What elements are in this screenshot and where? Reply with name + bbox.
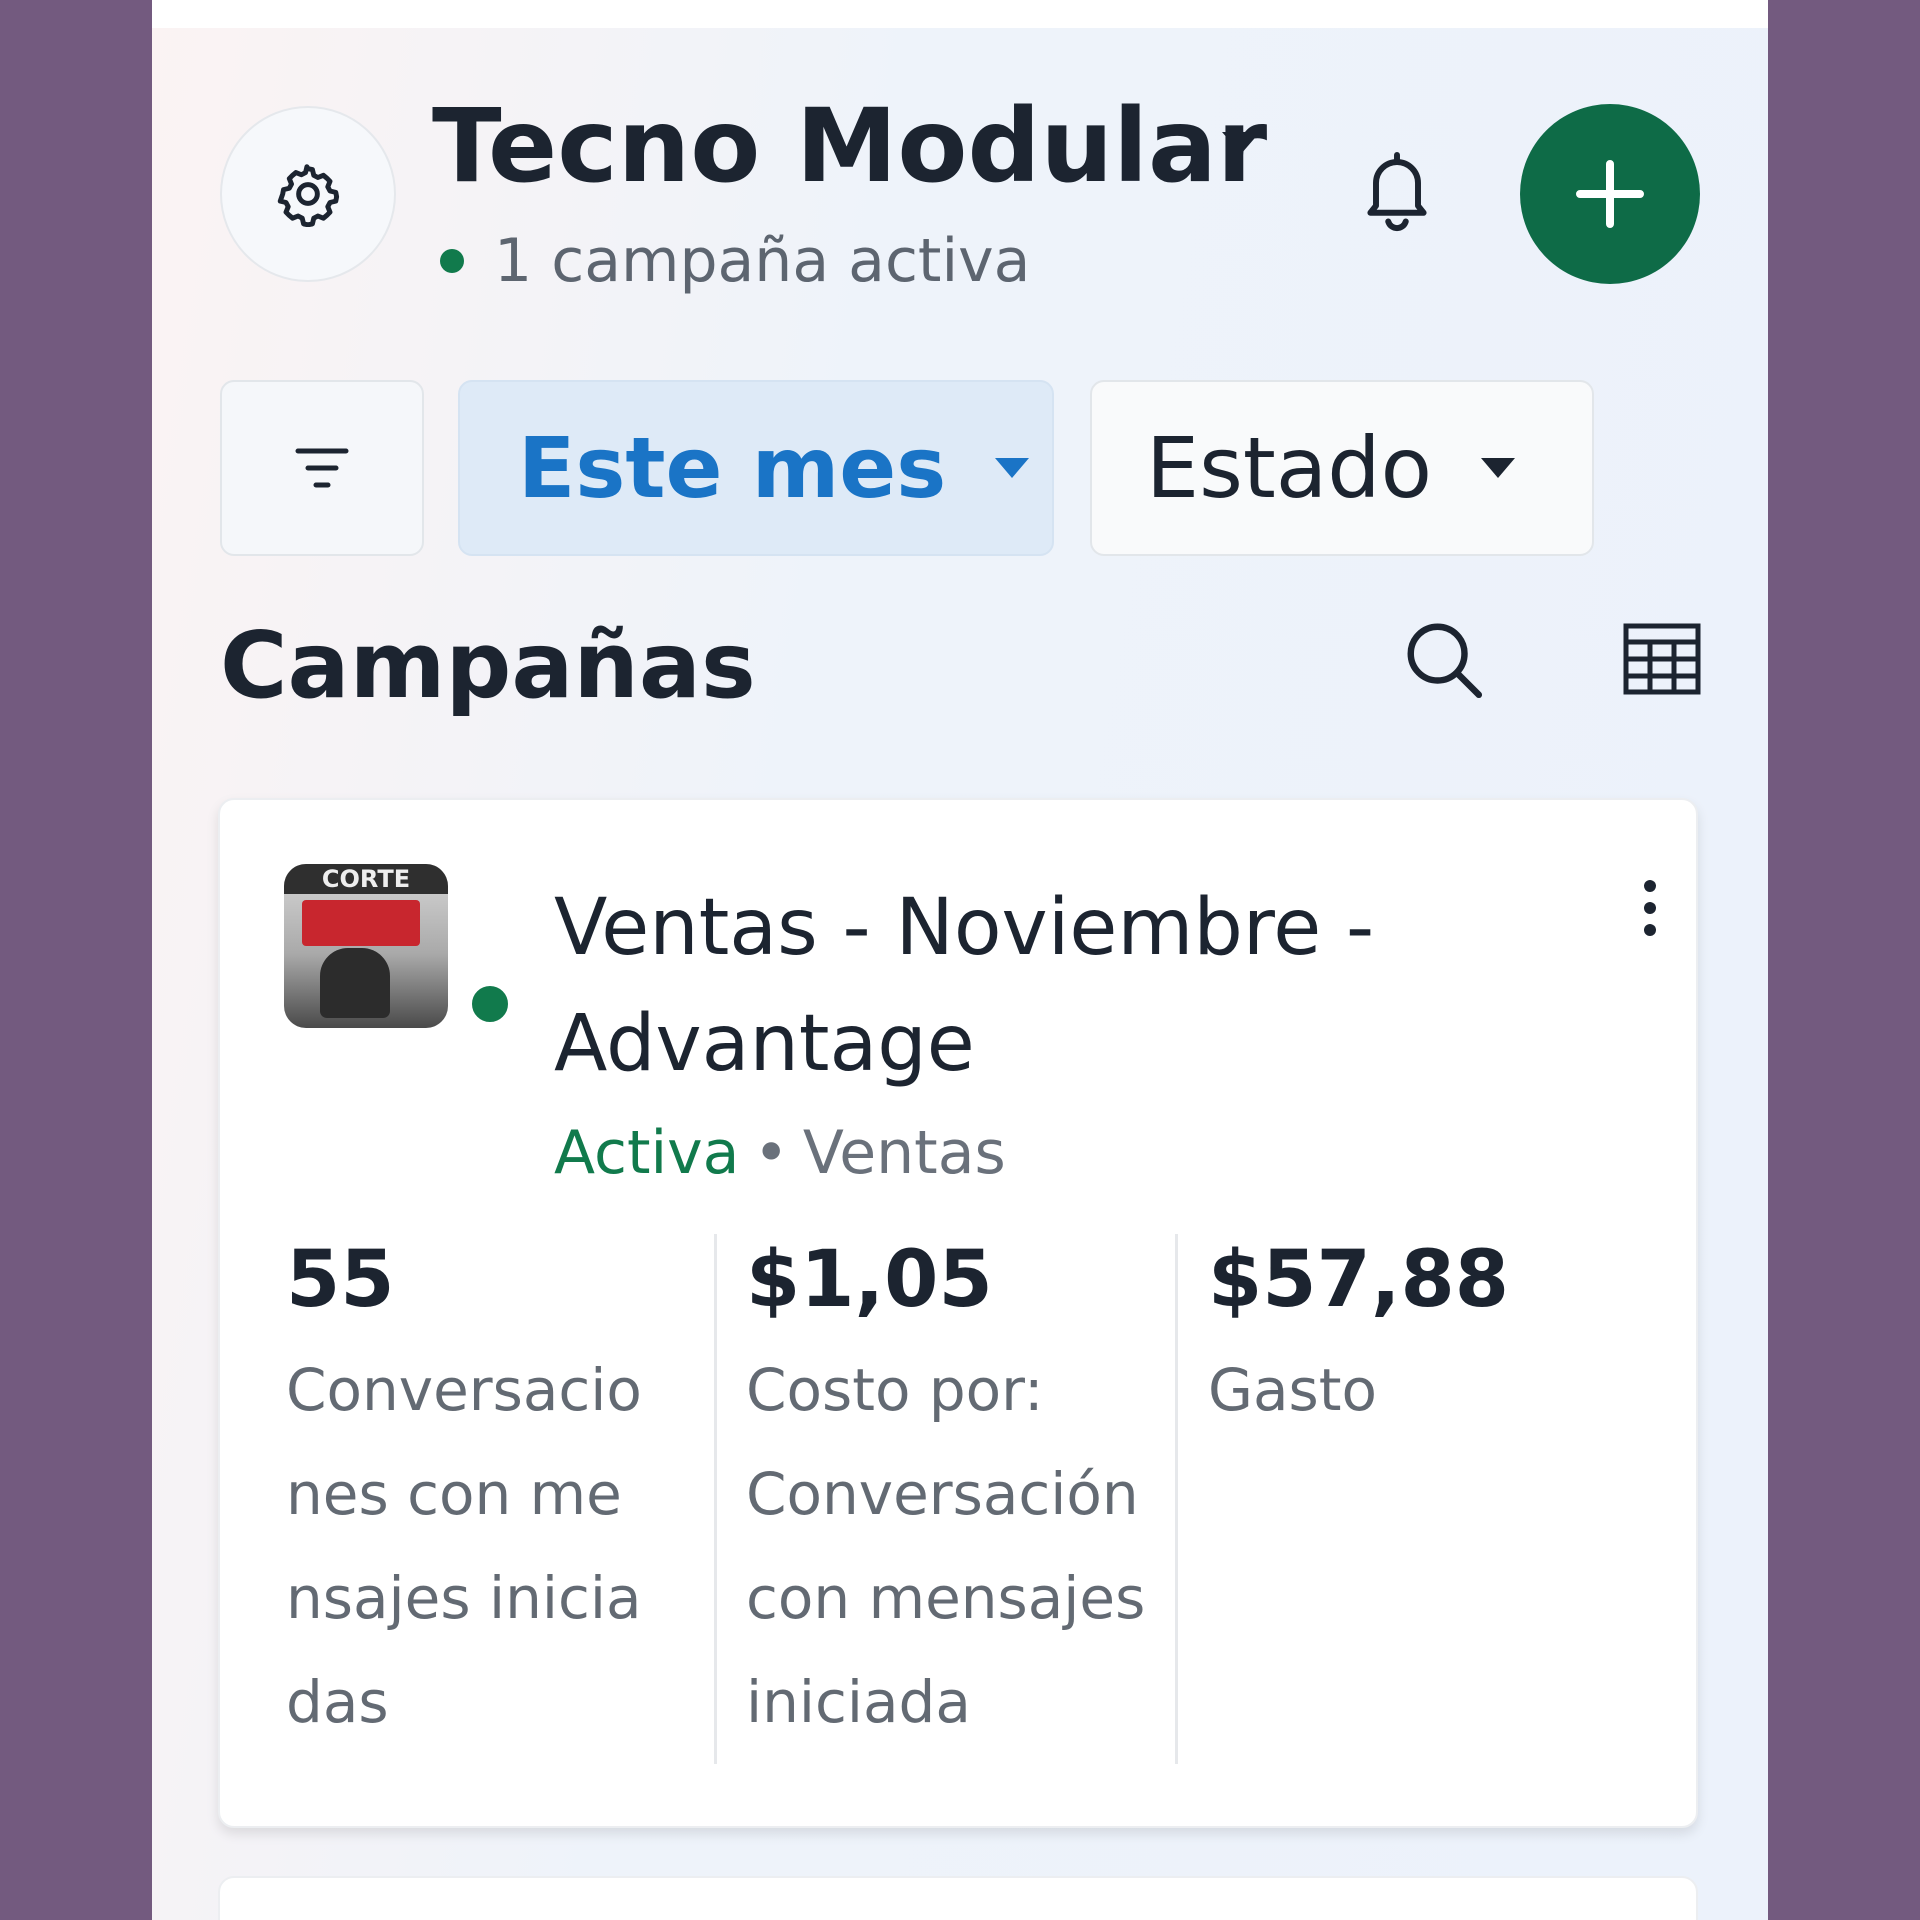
caret-down-icon xyxy=(1480,458,1515,478)
search-icon[interactable] xyxy=(1400,616,1486,702)
campaign-thumbnail: CORTE xyxy=(284,864,448,1028)
metric-divider xyxy=(1175,1234,1178,1764)
campaign-meta: Activa • Ventas xyxy=(554,1118,1006,1188)
status-dropdown[interactable]: Estado xyxy=(1090,380,1594,556)
account-name[interactable]: Tecno Modular xyxy=(432,88,1267,206)
filter-icon xyxy=(295,448,349,488)
active-campaigns-label: 1 campaña activa xyxy=(494,226,1031,296)
date-range-dropdown[interactable]: Este mes xyxy=(458,380,1054,556)
thumbnail-figure xyxy=(320,948,390,1018)
campaign-status: Activa xyxy=(554,1118,740,1188)
metric-label: Gasto xyxy=(1208,1355,1377,1424)
status-bar xyxy=(152,0,1768,28)
active-dot-icon xyxy=(466,980,514,1028)
section-title: Campañas xyxy=(220,612,756,719)
active-campaigns-status: 1 campaña activa xyxy=(432,226,1030,296)
metric-cost-per-result: $1,05 Costo por: Conversación con mensaj… xyxy=(746,1234,1166,1764)
caret-down-icon xyxy=(995,458,1030,478)
more-options-icon[interactable] xyxy=(1638,878,1662,938)
date-range-label: Este mes xyxy=(518,419,947,517)
metric-spend: $57,88 Gasto xyxy=(1208,1234,1628,1764)
metric-value: 55 xyxy=(286,1235,395,1325)
thumbnail-text: CORTE xyxy=(284,864,448,894)
campaign-card[interactable]: CORTE Ventas - Noviembre - Advantage Act… xyxy=(218,798,1698,1828)
meta-separator: • xyxy=(753,1118,789,1188)
metric-value: $1,05 xyxy=(746,1235,993,1325)
status-filter-label: Estado xyxy=(1146,419,1432,517)
metric-divider xyxy=(714,1234,717,1764)
metric-conversations: 55 Conversaciones con mensajes iniciadas xyxy=(286,1234,646,1764)
metric-label: Conversaciones con mensajes iniciadas xyxy=(286,1355,642,1736)
table-icon[interactable] xyxy=(1622,622,1702,696)
campaign-objective: Ventas xyxy=(802,1118,1006,1188)
bell-icon[interactable] xyxy=(1355,146,1439,234)
settings-button[interactable] xyxy=(220,106,396,282)
campaign-card-next[interactable] xyxy=(218,1876,1698,1920)
app-screen: Tecno Modular 1 campaña activa Este mes … xyxy=(152,0,1768,1920)
gear-icon xyxy=(277,164,340,227)
thumbnail-sign xyxy=(302,900,420,946)
caret-down-icon[interactable] xyxy=(1218,128,1264,158)
active-dot-icon xyxy=(440,249,464,273)
metric-value: $57,88 xyxy=(1208,1235,1509,1325)
campaign-name[interactable]: Ventas - Noviembre - Advantage xyxy=(554,870,1434,1102)
campaign-metrics: 55 Conversaciones con mensajes iniciadas… xyxy=(220,1234,1700,1764)
filter-button[interactable] xyxy=(220,380,424,556)
create-campaign-button[interactable] xyxy=(1520,104,1700,284)
plus-icon xyxy=(1576,160,1644,228)
metric-label: Costo por: Conversación con mensajes ini… xyxy=(746,1355,1146,1736)
